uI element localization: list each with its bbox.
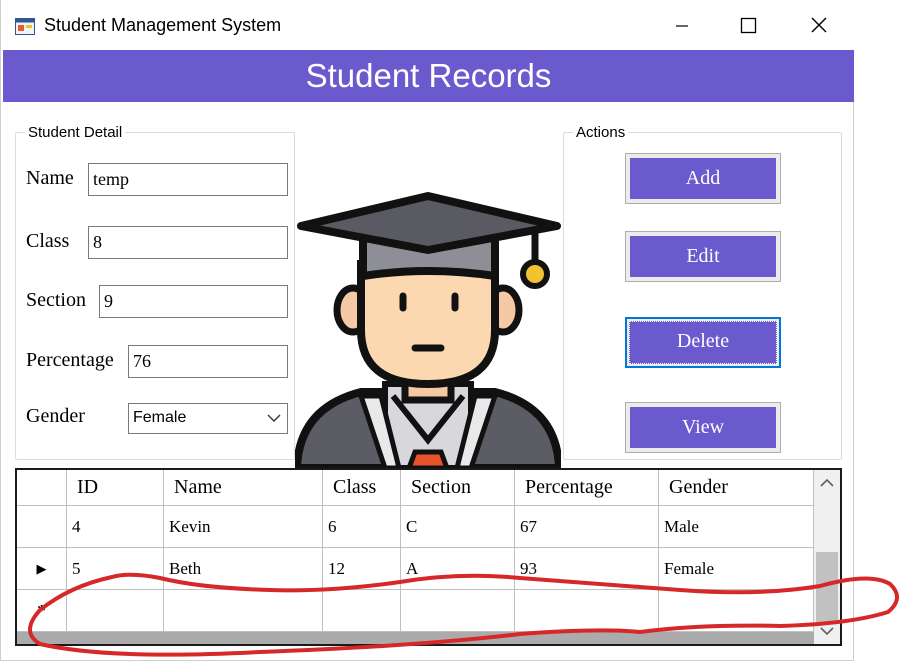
gender-label: Gender (26, 405, 85, 427)
column-header-class[interactable]: Class (323, 470, 401, 506)
close-button[interactable] (790, 0, 848, 50)
graduate-student-icon (295, 192, 561, 468)
student-detail-legend: Student Detail (25, 124, 126, 141)
chevron-down-icon (267, 414, 281, 422)
minimize-button[interactable] (653, 0, 711, 50)
table-cell[interactable] (515, 590, 659, 632)
student-records-grid[interactable]: ID Name Class Section Percentage Gender … (15, 468, 842, 646)
name-label: Name (26, 167, 74, 189)
column-header-gender[interactable]: Gender (659, 470, 814, 506)
add-button-label: Add (630, 158, 776, 199)
window-title: Student Management System (44, 15, 282, 35)
table-cell[interactable]: 67 (515, 506, 659, 548)
table-row[interactable]: ▶ 5 Beth 12 A 93 Female (17, 548, 814, 590)
column-header-section[interactable]: Section (401, 470, 515, 506)
table-cell[interactable] (659, 590, 814, 632)
name-field[interactable]: temp (88, 163, 288, 196)
actions-legend: Actions (573, 124, 629, 141)
new-row[interactable]: * (17, 590, 814, 632)
view-button-label: View (630, 407, 776, 448)
class-label: Class (26, 230, 70, 252)
column-header-name[interactable]: Name (164, 470, 323, 506)
view-button[interactable]: View (625, 402, 781, 453)
maximize-button[interactable] (719, 0, 777, 50)
close-icon (811, 17, 827, 33)
grid-corner-cell[interactable] (17, 470, 67, 506)
class-field[interactable]: 8 (88, 226, 288, 259)
table-cell[interactable]: A (401, 548, 515, 590)
gender-selected-value: Female (133, 409, 187, 426)
table-cell[interactable]: 4 (67, 506, 164, 548)
table-cell[interactable] (401, 590, 515, 632)
percentage-label: Percentage (26, 349, 114, 371)
table-cell[interactable]: 5 (67, 548, 164, 590)
chevron-down-icon[interactable] (814, 618, 840, 644)
row-header[interactable] (17, 506, 67, 548)
section-field[interactable]: 9 (99, 285, 288, 318)
edit-button[interactable]: Edit (625, 231, 781, 282)
current-row-indicator[interactable]: ▶ (17, 548, 67, 590)
title-bar: Student Management System (1, 0, 855, 50)
new-row-indicator[interactable]: * (17, 590, 67, 632)
page-title-banner: Student Records (3, 50, 854, 102)
column-header-percentage[interactable]: Percentage (515, 470, 659, 506)
table-cell[interactable] (164, 590, 323, 632)
edit-button-label: Edit (630, 236, 776, 277)
table-row[interactable]: 4 Kevin 6 C 67 Male (17, 506, 814, 548)
table-cell[interactable] (67, 590, 164, 632)
section-label: Section (26, 289, 86, 311)
table-cell[interactable]: Male (659, 506, 814, 548)
table-cell[interactable]: C (401, 506, 515, 548)
table-cell[interactable]: 6 (323, 506, 401, 548)
chevron-up-icon[interactable] (814, 470, 840, 496)
table-cell[interactable]: Beth (164, 548, 323, 590)
scrollbar-thumb[interactable] (816, 552, 838, 622)
table-cell[interactable]: 93 (515, 548, 659, 590)
minimize-icon (676, 25, 688, 27)
gender-select[interactable]: Female (128, 403, 288, 434)
add-button[interactable]: Add (625, 153, 781, 204)
table-cell[interactable]: 12 (323, 548, 401, 590)
vertical-scrollbar[interactable] (814, 470, 840, 644)
table-cell[interactable]: Kevin (164, 506, 323, 548)
app-window: Student Management System Student Record… (0, 0, 855, 661)
maximize-icon (740, 17, 757, 34)
table-cell[interactable] (323, 590, 401, 632)
percentage-field[interactable]: 76 (128, 345, 288, 378)
column-header-id[interactable]: ID (67, 470, 164, 506)
grid-header-row: ID Name Class Section Percentage Gender (17, 470, 814, 506)
delete-button-label: Delete (629, 321, 777, 364)
table-cell[interactable]: Female (659, 548, 814, 590)
delete-button[interactable]: Delete (625, 317, 781, 368)
app-form-icon (15, 18, 35, 35)
